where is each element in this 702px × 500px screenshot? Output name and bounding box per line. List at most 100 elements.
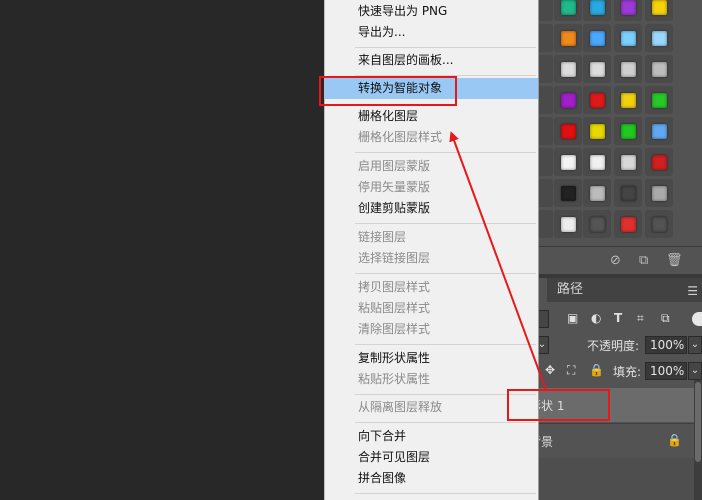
style-swatch-chip <box>589 30 605 46</box>
opacity-dropdown[interactable]: ⌄ <box>688 336 702 354</box>
fill-field[interactable]: 100% <box>645 362 687 380</box>
smart-object-filter-icon[interactable]: ⧉ <box>661 311 670 326</box>
style-swatch[interactable] <box>645 148 673 176</box>
style-swatch[interactable] <box>583 0 611 21</box>
style-swatch[interactable] <box>583 86 611 114</box>
style-swatch-chip <box>620 30 636 46</box>
style-swatch[interactable] <box>614 210 642 238</box>
menu-item-quick-export-png[interactable]: 快速导出为 PNG <box>325 1 538 22</box>
style-swatch[interactable] <box>554 148 582 176</box>
style-swatch[interactable] <box>614 148 642 176</box>
style-swatch[interactable] <box>614 24 642 52</box>
fill-label: 填充: <box>613 365 642 379</box>
panel-menu-icon[interactable]: ☰ <box>687 284 698 298</box>
opacity-field[interactable]: 100% <box>645 336 687 354</box>
menu-item-merge-visible[interactable]: 合并可见图层 <box>325 447 538 468</box>
new-style-icon[interactable]: ⧉ <box>639 253 648 268</box>
style-swatch[interactable] <box>554 117 582 145</box>
style-swatch-chip <box>589 123 605 139</box>
style-swatch[interactable] <box>614 117 642 145</box>
opacity-label: 不透明度: <box>587 339 640 353</box>
style-swatch[interactable] <box>554 86 582 114</box>
menu-item-copy-shape-attributes[interactable]: 复制形状属性 <box>325 348 538 369</box>
style-swatch[interactable] <box>614 0 642 21</box>
type-filter-icon[interactable]: T <box>614 311 622 325</box>
highlight-box-layer <box>507 389 610 421</box>
style-swatch[interactable] <box>614 86 642 114</box>
style-swatch[interactable] <box>645 86 673 114</box>
style-swatch[interactable] <box>583 55 611 83</box>
clear-style-icon[interactable]: ⊘ <box>610 253 621 268</box>
move-lock-icon[interactable]: ✥ <box>545 363 555 377</box>
delete-style-icon[interactable]: 🗑 <box>666 253 683 268</box>
layer-row[interactable]: 背景 🔒 <box>529 423 694 457</box>
style-swatch[interactable] <box>554 55 582 83</box>
style-swatch-chip <box>589 216 605 232</box>
blend-opacity-row: ⌄ 不透明度: 100% ⌄ <box>535 334 702 356</box>
menu-item-link-layers[interactable]: 链接图层 <box>325 227 538 248</box>
style-swatch[interactable] <box>583 148 611 176</box>
menu-item-create-clipping-mask[interactable]: 创建剪贴蒙版 <box>325 198 538 219</box>
lock-fill-row: ✥ ⛶ 🔒 填充: 100% ⌄ <box>539 360 702 382</box>
style-swatch[interactable] <box>645 55 673 83</box>
style-swatch-chip <box>620 92 636 108</box>
style-swatch-chip <box>620 216 636 232</box>
style-swatch-chip <box>560 0 576 15</box>
style-swatch[interactable] <box>583 117 611 145</box>
style-swatch-chip <box>560 92 576 108</box>
menu-item-merge-down[interactable]: 向下合并 <box>325 426 538 447</box>
menu-separator <box>355 152 536 153</box>
style-swatch[interactable] <box>554 179 582 207</box>
style-swatch-chip <box>560 30 576 46</box>
lock-icon: 🔒 <box>667 433 682 447</box>
style-swatch[interactable] <box>554 210 582 238</box>
menu-item-rasterize-layer[interactable]: 栅格化图层 <box>325 106 538 127</box>
adjustment-filter-icon[interactable]: ◐ <box>591 311 601 325</box>
document-canvas <box>0 0 324 500</box>
style-swatch-chip <box>560 216 576 232</box>
tab-paths[interactable]: 路径 <box>557 278 583 302</box>
menu-item-disable-vector-mask[interactable]: 停用矢量蒙版 <box>325 177 538 198</box>
style-swatch-chip <box>589 0 605 15</box>
menu-separator <box>355 493 536 494</box>
style-swatch[interactable] <box>645 210 673 238</box>
menu-item-select-linked-layers[interactable]: 选择链接图层 <box>325 248 538 269</box>
style-swatch[interactable] <box>583 24 611 52</box>
menu-item-artboard-from-layers[interactable]: 来自图层的画板... <box>325 50 538 71</box>
image-filter-icon[interactable]: ▣ <box>567 311 578 325</box>
menu-item-rasterize-layer-style[interactable]: 栅格化图层样式 <box>325 127 538 148</box>
shape-filter-icon[interactable]: ⌗ <box>637 311 644 326</box>
menu-item-enable-layer-mask[interactable]: 启用图层蒙版 <box>325 156 538 177</box>
highlight-box-menu-item <box>319 76 457 106</box>
menu-separator <box>355 47 536 48</box>
menu-item-copy-layer-style[interactable]: 拷贝图层样式 <box>325 277 538 298</box>
layers-empty-area <box>539 458 694 500</box>
menu-item-paste-shape-attributes[interactable]: 粘贴形状属性 <box>325 369 538 390</box>
menu-separator <box>355 273 536 274</box>
menu-item-paste-layer-style[interactable]: 粘贴图层样式 <box>325 298 538 319</box>
layers-scrollbar[interactable] <box>694 380 702 500</box>
style-swatch[interactable] <box>645 0 673 21</box>
style-swatch-chip <box>651 0 667 15</box>
style-swatch[interactable] <box>554 24 582 52</box>
style-swatch[interactable] <box>645 179 673 207</box>
style-swatch[interactable] <box>554 0 582 21</box>
style-swatch-chip <box>620 0 636 15</box>
menu-separator <box>355 344 536 345</box>
menu-item-flatten-image[interactable]: 拼合图像 <box>325 468 538 489</box>
style-swatch[interactable] <box>614 179 642 207</box>
style-swatch[interactable] <box>645 24 673 52</box>
fill-dropdown[interactable]: ⌄ <box>688 362 702 380</box>
menu-item-export-as[interactable]: 导出为... <box>325 22 538 43</box>
style-swatch-chip <box>589 61 605 77</box>
style-swatch[interactable] <box>583 210 611 238</box>
filter-toggle[interactable] <box>692 312 702 326</box>
style-swatch[interactable] <box>583 179 611 207</box>
style-swatch[interactable] <box>645 117 673 145</box>
scroll-thumb[interactable] <box>695 382 701 462</box>
lock-all-icon[interactable]: 🔒 <box>589 363 604 377</box>
artboard-lock-icon[interactable]: ⛶ <box>567 363 575 378</box>
style-swatch[interactable] <box>614 55 642 83</box>
menu-item-clear-layer-style[interactable]: 清除图层样式 <box>325 319 538 340</box>
tab-layers[interactable] <box>539 278 547 302</box>
